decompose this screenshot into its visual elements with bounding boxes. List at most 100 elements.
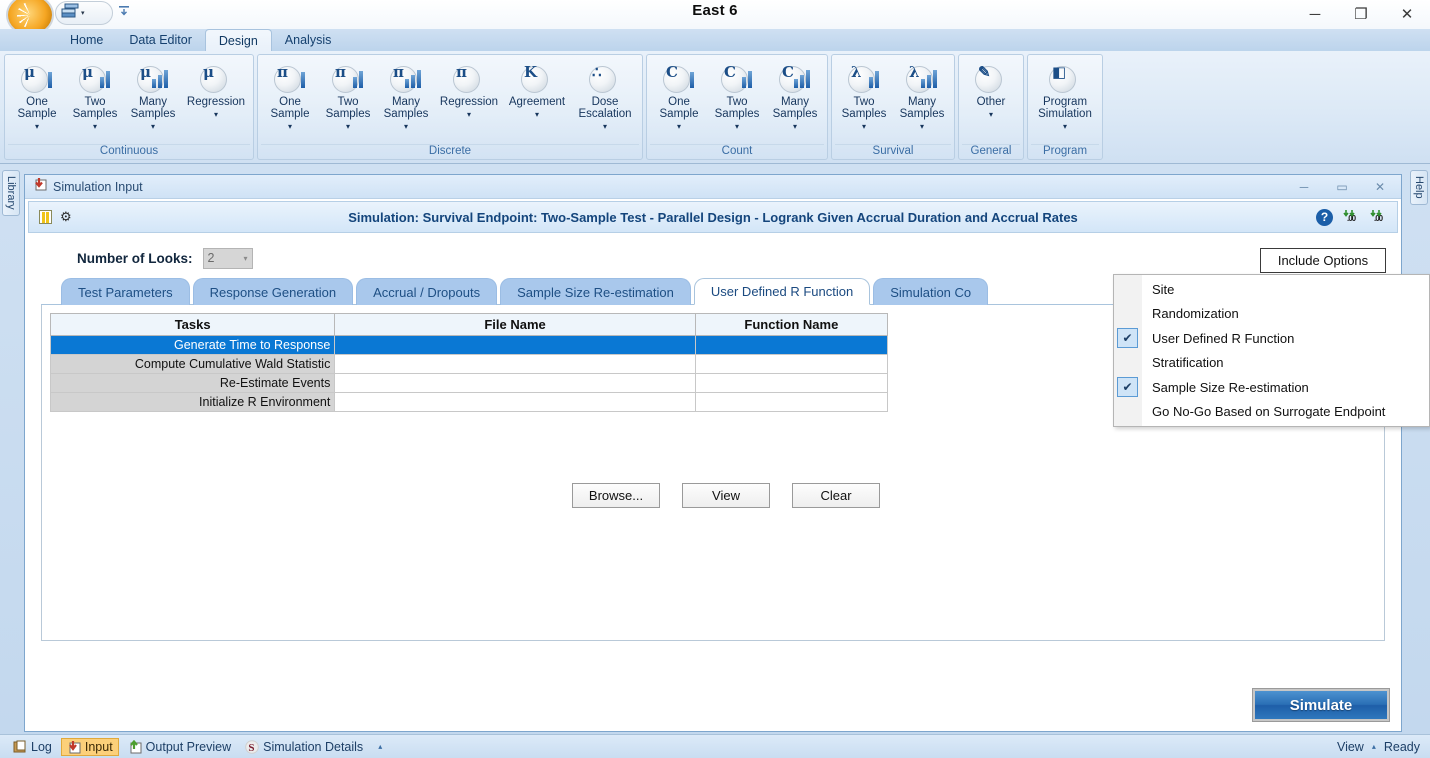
menu-item-site[interactable]: Site	[1114, 277, 1429, 302]
table-cell-file-name[interactable]	[335, 336, 695, 355]
table-cell-file-name[interactable]	[335, 374, 695, 393]
close-button[interactable]: ✕	[1384, 0, 1430, 29]
ribbon-button-survival-two-samples[interactable]: λTwoSamples▾	[835, 57, 893, 131]
ribbon-tab-data-editor[interactable]: Data Editor	[116, 29, 205, 51]
decrease-decimal-icon[interactable]: .00	[1370, 208, 1387, 226]
simulation-input-minimize-button[interactable]: ─	[1287, 175, 1321, 199]
chevron-down-icon[interactable]: ▾	[920, 122, 924, 131]
view-button[interactable]: View	[682, 483, 770, 508]
ribbon-button-count-one-sample[interactable]: COneSample▾	[650, 57, 708, 131]
status-item-output-preview[interactable]: Output Preview	[123, 739, 236, 755]
table-cell-file-name[interactable]	[335, 355, 695, 374]
ribbon-button-survival-many-samples[interactable]: λManySamples▾	[893, 57, 951, 131]
browse-button[interactable]: Browse...	[572, 483, 660, 508]
chevron-down-icon[interactable]: ▾	[151, 122, 155, 131]
simulation-input-maximize-button[interactable]: ▭	[1325, 175, 1359, 199]
chevron-down-icon[interactable]: ▾	[862, 122, 866, 131]
number-of-looks-label: Number of Looks:	[77, 251, 193, 266]
include-options-button[interactable]: Include Options	[1260, 248, 1386, 273]
menu-item-user-defined-r-function[interactable]: ✔User Defined R Function	[1114, 326, 1429, 351]
pause-icon[interactable]	[39, 210, 52, 224]
table-row[interactable]: Initialize R Environment	[51, 393, 888, 412]
chevron-down-icon[interactable]: ▾	[93, 122, 97, 131]
tab-user-defined-r-function[interactable]: User Defined R Function	[694, 278, 870, 305]
status-item-log[interactable]: Log	[8, 739, 57, 755]
gear-icon[interactable]: ⚙	[60, 209, 72, 225]
chevron-down-icon: ▾	[244, 254, 248, 263]
help-icon[interactable]: ?	[1316, 209, 1333, 226]
chevron-down-icon[interactable]: ▾	[35, 122, 39, 131]
chevron-down-icon[interactable]: ▾	[677, 122, 681, 131]
simulation-input-window-controls: ─ ▭ ✕	[1287, 175, 1397, 199]
ribbon-button-continuous-two-samples[interactable]: μTwoSamples▾	[66, 57, 124, 131]
help-panel-tab[interactable]: Help	[1410, 170, 1428, 205]
clear-button[interactable]: Clear	[792, 483, 880, 508]
tab-test-parameters[interactable]: Test Parameters	[61, 278, 190, 305]
ribbon-button-continuous-one-sample[interactable]: μOneSample▾	[8, 57, 66, 131]
chevron-down-icon[interactable]: ▾	[1063, 122, 1067, 131]
status-item-simulation-details[interactable]: S Simulation Details	[240, 739, 368, 755]
table-cell-task[interactable]: Generate Time to Response	[51, 336, 335, 355]
chevron-down-icon[interactable]: ▾	[404, 122, 408, 131]
table-cell-function-name[interactable]	[695, 374, 887, 393]
ribbon-tab-design[interactable]: Design	[205, 29, 272, 51]
tab-accrual-dropouts[interactable]: Accrual / Dropouts	[356, 278, 497, 305]
ribbon-button-label-2: Sample	[271, 108, 310, 120]
table-cell-task[interactable]: Initialize R Environment	[51, 393, 335, 412]
status-view-label[interactable]: View	[1337, 740, 1364, 754]
ribbon-button-continuous-regression[interactable]: μRegression▾	[182, 57, 250, 119]
ribbon-button-program-program-simulation[interactable]: ◧ProgramSimulation▾	[1031, 57, 1099, 131]
ribbon-tab-home[interactable]: Home	[57, 29, 116, 51]
tab-response-generation[interactable]: Response Generation	[193, 278, 353, 305]
table-row[interactable]: Re-Estimate Events	[51, 374, 888, 393]
ribbon-button-count-many-samples[interactable]: CManySamples▾	[766, 57, 824, 131]
status-item-input[interactable]: Input	[61, 738, 119, 756]
ribbon-button-count-two-samples[interactable]: CTwoSamples▾	[708, 57, 766, 131]
menu-item-stratification[interactable]: Stratification	[1114, 351, 1429, 376]
table-row[interactable]: Generate Time to Response	[51, 336, 888, 355]
table-cell-function-name[interactable]	[695, 355, 887, 374]
chevron-down-icon[interactable]: ▾	[346, 122, 350, 131]
ribbon-button-discrete-many-samples[interactable]: πManySamples▾	[377, 57, 435, 131]
file-action-buttons: Browse... View Clear	[42, 483, 888, 508]
number-of-looks-select[interactable]: 2 ▾	[203, 248, 253, 269]
chevron-down-icon[interactable]: ▾	[535, 110, 539, 119]
tab-sample-size-re-estimation[interactable]: Sample Size Re-estimation	[500, 278, 691, 305]
ribbon-button-discrete-dose-escalation[interactable]: ∴DoseEscalation▾	[571, 57, 639, 131]
table-row[interactable]: Compute Cumulative Wald Statistic	[51, 355, 888, 374]
table-cell-task[interactable]: Compute Cumulative Wald Statistic	[51, 355, 335, 374]
collapse-caret-icon[interactable]: ▴	[378, 742, 382, 751]
table-cell-task[interactable]: Re-Estimate Events	[51, 374, 335, 393]
chevron-down-icon[interactable]: ▾	[603, 122, 607, 131]
increase-decimal-icon[interactable]: .00	[1343, 208, 1360, 226]
chevron-down-icon[interactable]: ▾	[989, 110, 993, 119]
status-item-output-preview-label: Output Preview	[146, 740, 231, 754]
menu-item-sample-size-re-estimation[interactable]: ✔Sample Size Re-estimation	[1114, 375, 1429, 400]
simulate-button[interactable]: Simulate	[1253, 689, 1389, 721]
table-cell-file-name[interactable]	[335, 393, 695, 412]
ribbon-button-continuous-many-samples[interactable]: μManySamples▾	[124, 57, 182, 131]
ribbon-button-discrete-regression[interactable]: πRegression▾	[435, 57, 503, 119]
tab-simulation-co[interactable]: Simulation Co	[873, 278, 988, 305]
maximize-restore-button[interactable]: ❐	[1338, 0, 1384, 29]
chevron-down-icon[interactable]: ▾	[793, 122, 797, 131]
chevron-down-icon[interactable]: ▾	[735, 122, 739, 131]
ribbon-button-discrete-two-samples[interactable]: πTwoSamples▾	[319, 57, 377, 131]
chevron-down-icon[interactable]: ▾	[214, 110, 218, 119]
ribbon-button-general-other[interactable]: ✎Other▾	[962, 57, 1020, 119]
menu-item-randomization[interactable]: Randomization	[1114, 302, 1429, 327]
ribbon-button-discrete-one-sample[interactable]: πOneSample▾	[261, 57, 319, 131]
chevron-down-icon[interactable]: ▾	[288, 122, 292, 131]
chevron-down-icon[interactable]: ▾	[467, 110, 471, 119]
simulation-input-close-button[interactable]: ✕	[1363, 175, 1397, 199]
ribbon-tab-analysis[interactable]: Analysis	[272, 29, 345, 51]
table-cell-function-name[interactable]	[695, 393, 887, 412]
ribbon-tab-strip: HomeData EditorDesignAnalysis	[0, 29, 1430, 51]
minimize-button[interactable]: ─	[1292, 0, 1338, 29]
library-panel-tab[interactable]: Library	[2, 170, 20, 216]
view-caret-icon[interactable]: ▴	[1372, 742, 1376, 751]
menu-item-go-no-go-based-on-surrogate-endpoint[interactable]: Go No-Go Based on Surrogate Endpoint	[1114, 400, 1429, 425]
ribbon-button-discrete-agreement[interactable]: KAgreement▾	[503, 57, 571, 119]
simulation-banner: ⚙ Simulation: Survival Endpoint: Two-Sam…	[28, 201, 1398, 233]
table-cell-function-name[interactable]	[695, 336, 887, 355]
